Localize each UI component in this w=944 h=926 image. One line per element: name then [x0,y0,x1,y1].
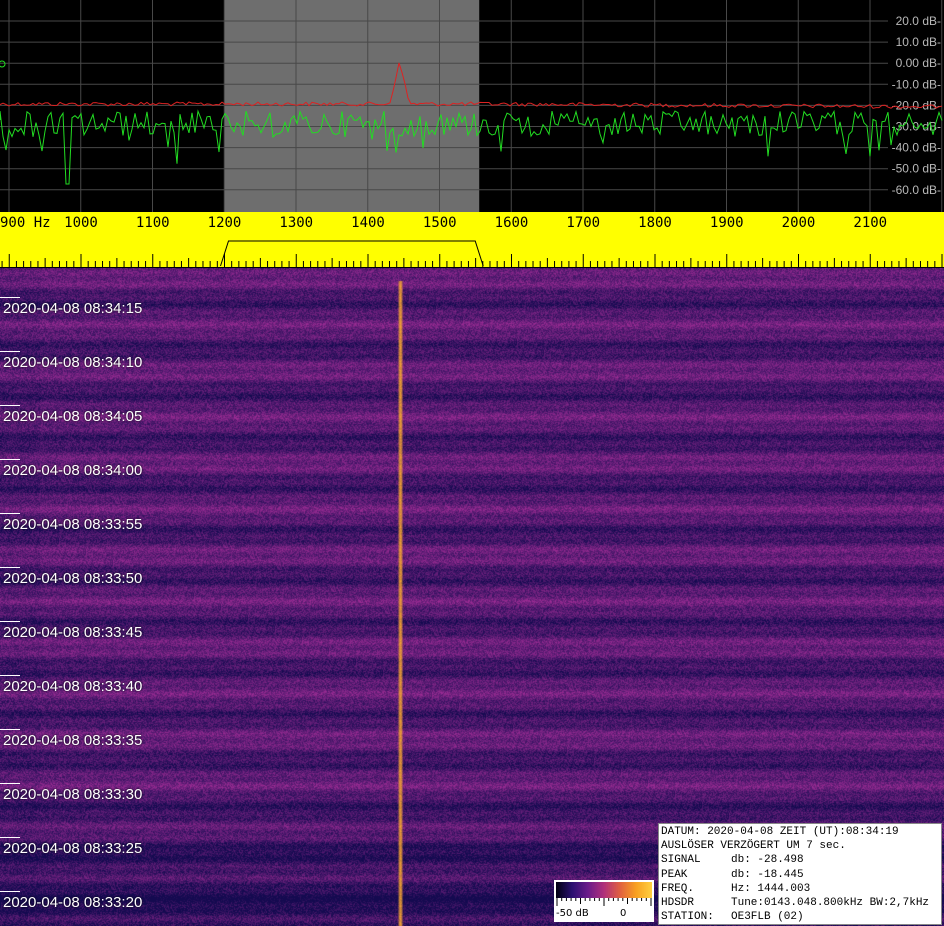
color-scale-legend: -50 dB 0 [554,880,654,922]
timestamp-label: 2020-04-08 08:34:00 [3,462,143,479]
frequency-label: 1900 [710,215,744,231]
color-gradient [556,882,652,898]
frequency-label: 1800 [638,215,672,231]
info-key: STATION: [661,911,714,924]
color-scale-ticks [556,898,652,906]
info-key: FREQ. [661,882,695,895]
info-peak-row: PEAK db: -18.445 [661,868,941,882]
frequency-label: 1300 [279,215,313,231]
spectrum-display[interactable]: 20.0 dB- 10.0 dB- 0.00 dB- -10.0 dB- -20.0 d… [0,0,944,212]
info-value: Hz: 1444.003 [731,882,811,895]
frequency-scale: 900 Hz 1000 1100 1200 1300 1400 1500 1600 1700 18… [0,215,944,268]
info-key: SIGNAL [661,854,701,867]
info-value: Tune:0143.048.800kHz BW:2,7kHz [731,897,930,910]
spectrum-plot: 20.0 dB-10.0 dB-0.00 dB--10.0 dB--20.0 d… [0,0,943,212]
info-trigger-line: AUSLÖSER VERZÖGERT UM 7 sec. [661,840,846,853]
timestamp-label: 2020-04-08 08:33:40 [3,678,143,695]
level-marker-icon[interactable] [0,60,6,68]
timestamp-label: 2020-04-08 08:33:25 [3,840,143,857]
frequency-label: 900 Hz [0,215,51,231]
passband-highlight[interactable] [224,0,480,212]
frequency-label: 1400 [351,215,385,231]
db-scale-label: -50.0 dB- [892,162,941,176]
db-scale-label: 20.0 dB- [896,14,941,28]
frequency-label: 1000 [64,215,98,231]
timestamp-tick [0,297,20,298]
info-station-row: STATION: OE3FLB (02) [661,910,941,924]
timestamp-label: 2020-04-08 08:33:50 [3,570,143,587]
db-scale-label: 10.0 dB- [896,35,941,49]
timestamp-label: 2020-04-08 08:33:55 [3,516,143,533]
info-value: OE3FLB (02) [731,911,804,924]
frequency-ruler[interactable]: 900 Hz 1000 1100 1200 1300 1400 1500 1600 1700 18… [0,212,944,268]
color-scale-min: -50 dB [556,908,589,919]
timestamp-label: 2020-04-08 08:34:15 [3,300,143,317]
timestamp-label: 2020-04-08 08:34:05 [3,408,143,425]
frequency-label: 1200 [208,215,242,231]
db-scale-label: -40.0 dB- [892,141,941,155]
color-scale-max: 0 [620,908,627,919]
info-value: db: -28.498 [731,854,804,867]
frequency-label: 2100 [853,215,887,231]
info-value: db: -18.445 [731,868,804,881]
timestamp-label: 2020-04-08 08:33:30 [3,786,143,803]
info-freq-row: FREQ. Hz: 1444.003 [661,882,941,896]
frequency-label: 1700 [566,215,600,231]
timestamp-tick [0,621,20,622]
timestamp-tick [0,891,20,892]
db-scale-label: 0.00 dB- [896,56,941,70]
db-scale-label: -60.0 dB- [892,183,941,197]
timestamp-tick [0,513,20,514]
info-key: PEAK [661,868,688,881]
frequency-label: 1600 [495,215,529,231]
frequency-label: 2000 [782,215,816,231]
info-hdsdr-row: HDSDR Tune:0143.048.800kHz BW:2,7kHz [661,896,941,910]
timestamp-tick [0,837,20,838]
db-scale-label: -10.0 dB- [892,77,941,91]
frequency-label: 1100 [136,215,170,231]
timestamp-tick [0,567,20,568]
timestamp-tick [0,729,20,730]
info-key: HDSDR [661,897,695,910]
timestamp-tick [0,675,20,676]
timestamp-label: 2020-04-08 08:33:45 [3,624,143,641]
frequency-label: 1500 [423,215,457,231]
info-signal-row: SIGNAL db: -28.498 [661,853,941,867]
timestamp-label: 2020-04-08 08:33:20 [3,894,143,911]
info-date-line: DATUM: 2020-04-08 ZEIT (UT):08:34:19 [661,826,899,838]
timestamp-tick [0,459,20,460]
info-panel: DATUM: 2020-04-08 ZEIT (UT):08:34:19 AUS… [658,823,942,925]
timestamp-tick [0,405,20,406]
timestamp-label: 2020-04-08 08:34:10 [3,354,143,371]
timestamp-tick [0,783,20,784]
timestamp-tick [0,351,20,352]
timestamp-label: 2020-04-08 08:33:35 [3,732,143,749]
